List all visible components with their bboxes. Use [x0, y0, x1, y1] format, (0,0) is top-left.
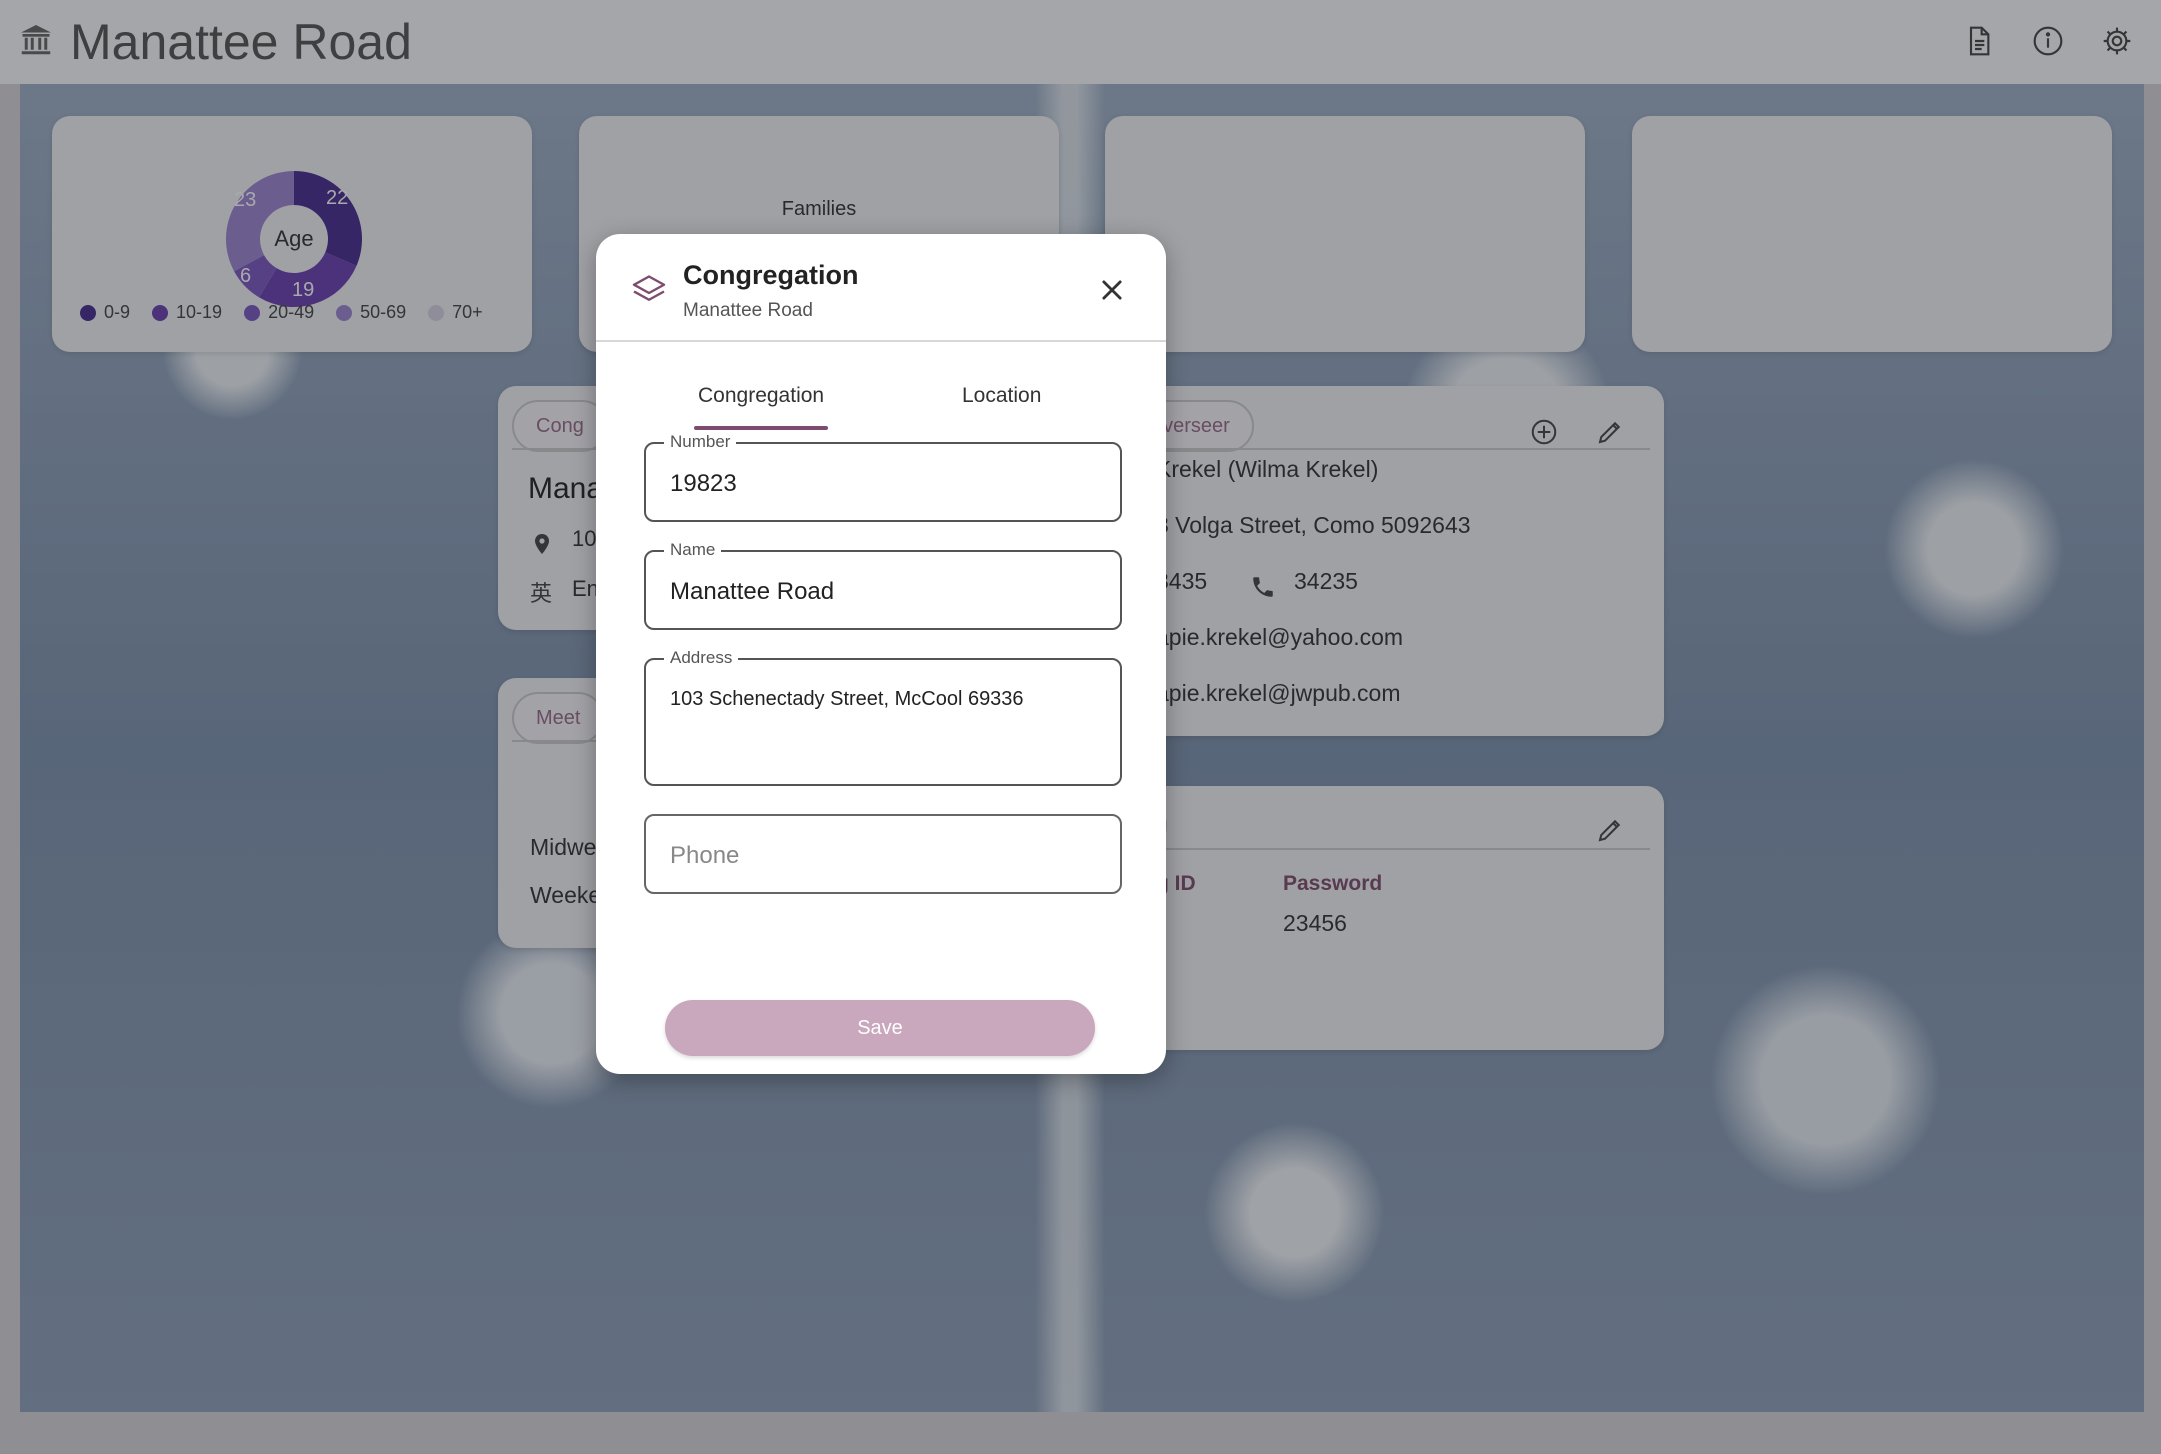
close-icon: [1102, 280, 1122, 300]
name-field-value: Manattee Road: [670, 578, 835, 605]
number-field-label: Number: [664, 432, 737, 452]
tab-congregation[interactable]: Congregation: [698, 384, 824, 408]
phone-field[interactable]: Phone: [644, 814, 1122, 894]
address-field-value: 103 Schenectady Street, McCool 69336: [670, 688, 1024, 710]
active-tab-indicator: [694, 426, 828, 430]
dialog-divider: [596, 340, 1166, 342]
congregation-dialog: Congregation Manattee Road Congregation …: [596, 234, 1166, 1074]
close-button[interactable]: [1090, 268, 1134, 312]
number-field[interactable]: Number 19823: [644, 432, 1122, 522]
number-field-value: 19823: [670, 470, 737, 497]
name-field-label: Name: [664, 540, 722, 560]
name-field[interactable]: Name Manattee Road: [644, 540, 1122, 630]
address-field-label: Address: [664, 648, 739, 668]
dialog-title: Congregation: [683, 260, 859, 290]
save-button[interactable]: Save: [665, 1000, 1095, 1056]
dialog-subtitle: Manattee Road: [683, 300, 813, 321]
phone-field-placeholder: Phone: [670, 842, 740, 869]
address-field[interactable]: Address 103 Schenectady Street, McCool 6…: [644, 648, 1122, 786]
tab-location[interactable]: Location: [962, 384, 1041, 408]
app-root: Manattee Road Age 22 19 6 23 0-9 10-19 2…: [0, 0, 2161, 1454]
layers-icon: [632, 275, 666, 301]
